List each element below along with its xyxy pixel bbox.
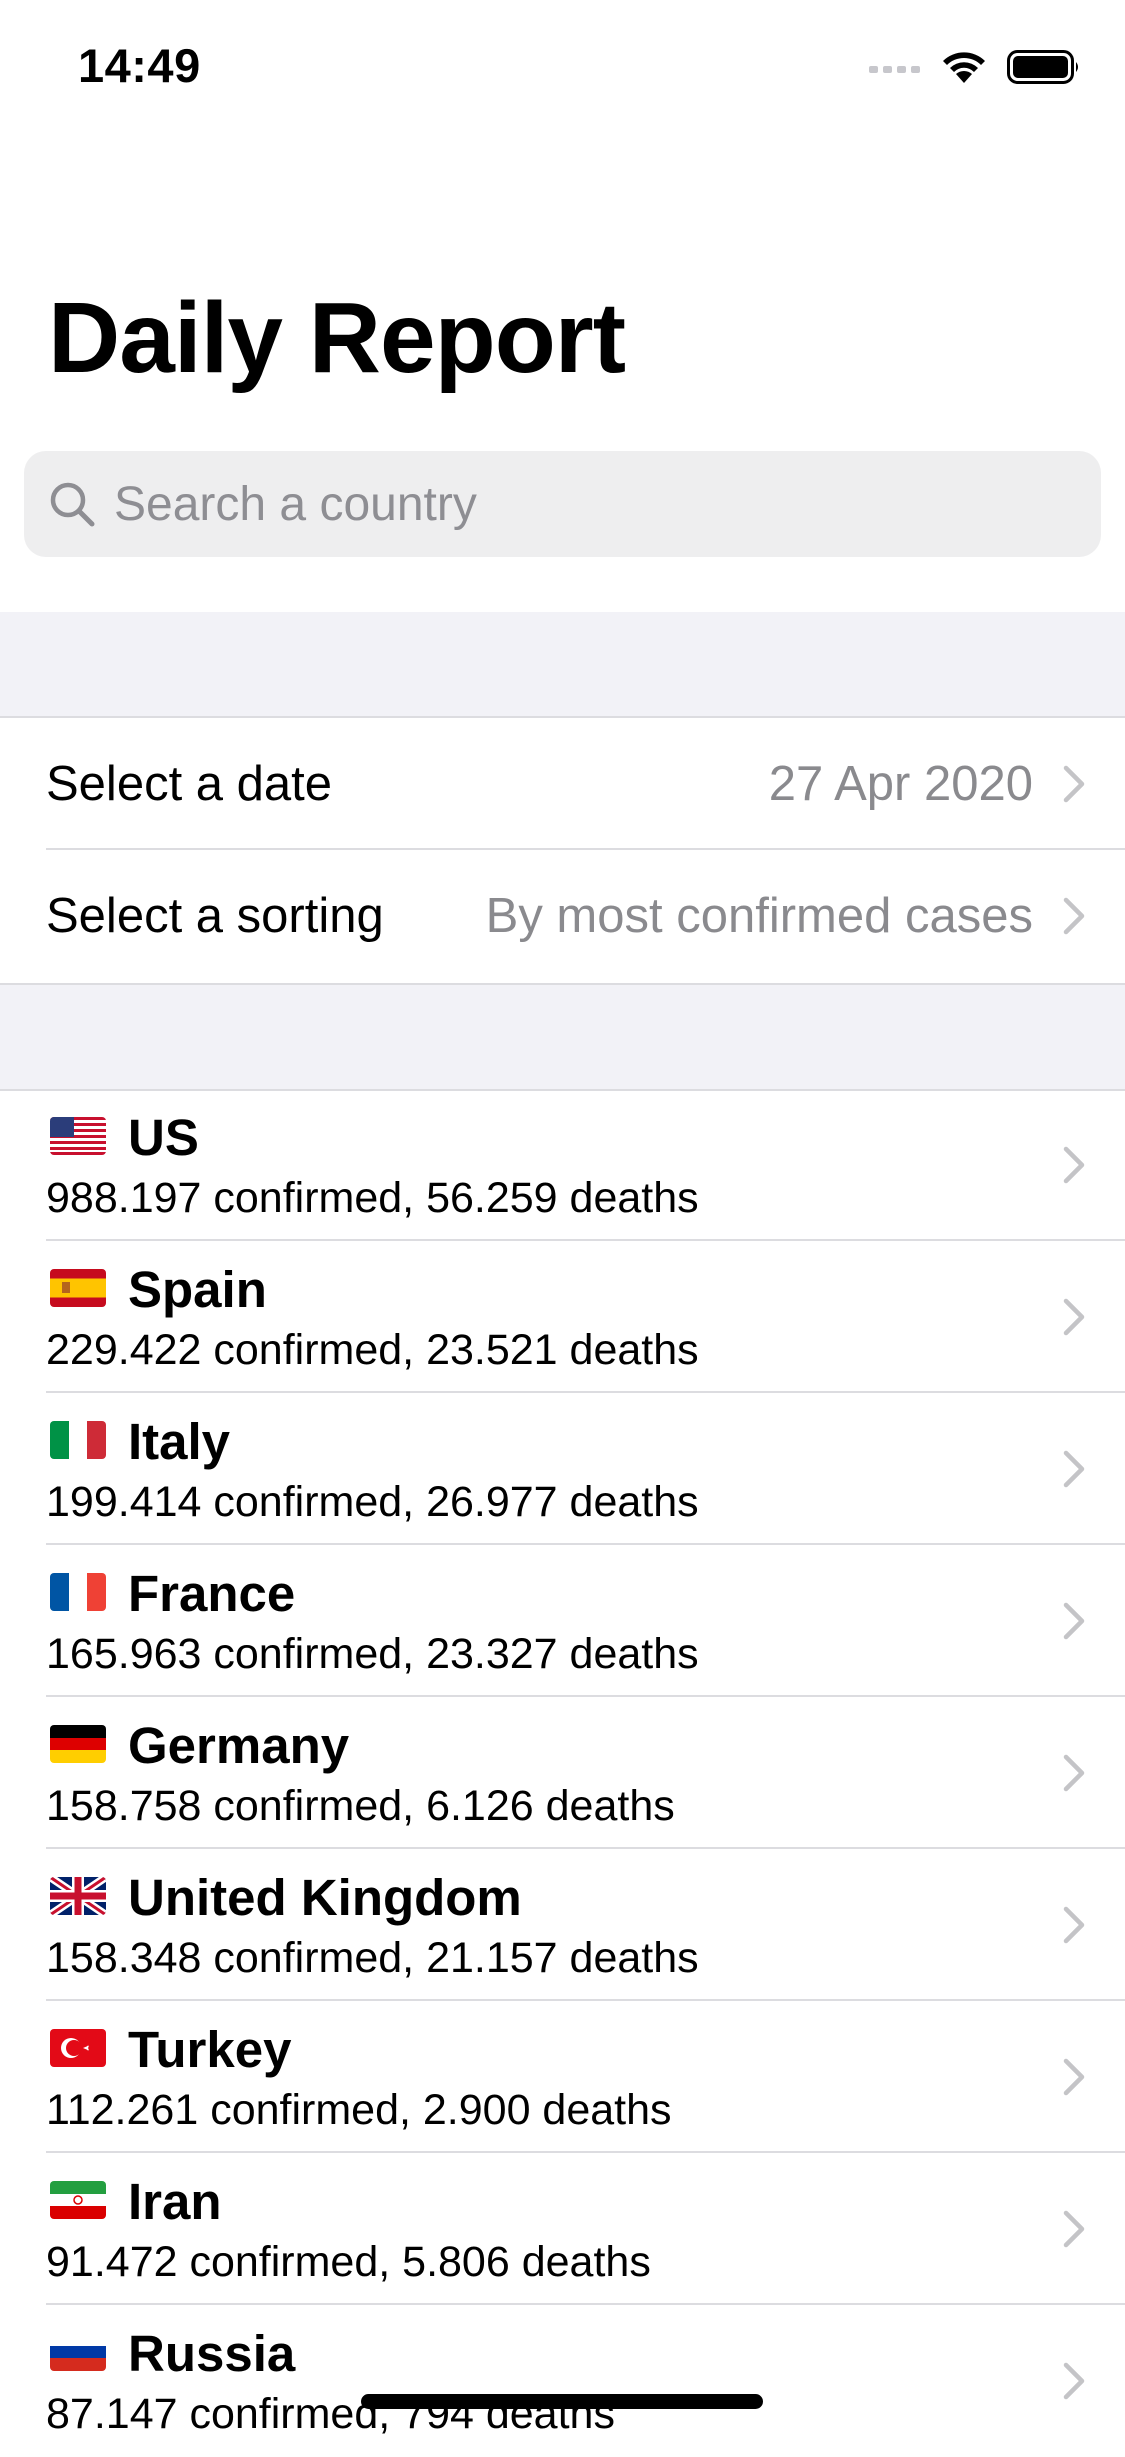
section-spacer: [0, 612, 1125, 718]
search-input[interactable]: [114, 476, 1014, 532]
chevron-right-icon: [1063, 897, 1085, 935]
select-date-row[interactable]: Select a date 27 Apr 2020: [0, 718, 1125, 850]
russia-flag-icon: [50, 2333, 106, 2371]
signal-icon: [869, 60, 921, 79]
country-stats: 165.963 confirmed, 23.327 deaths: [46, 1630, 699, 1678]
country-row-spain[interactable]: Spain 229.422 confirmed, 23.521 deaths: [0, 1241, 1125, 1393]
country-name: US: [128, 1109, 199, 1166]
chevron-right-icon: [1063, 2058, 1085, 2096]
chevron-right-icon: [1063, 1754, 1085, 1792]
country-row-iran[interactable]: Iran 91.472 confirmed, 5.806 deaths: [0, 2153, 1125, 2305]
chevron-right-icon: [1063, 1298, 1085, 1336]
country-name: United Kingdom: [128, 1869, 522, 1926]
status-icons: [869, 50, 1081, 89]
chevron-right-icon: [1063, 2362, 1085, 2400]
turkey-flag-icon: [50, 2029, 106, 2067]
chevron-right-icon: [1063, 1906, 1085, 1944]
country-stats: 229.422 confirmed, 23.521 deaths: [46, 1326, 699, 1374]
section-spacer: [0, 983, 1125, 1091]
chevron-right-icon: [1063, 765, 1085, 803]
country-row-italy[interactable]: Italy 199.414 confirmed, 26.977 deaths: [0, 1393, 1125, 1545]
country-name: Spain: [128, 1261, 267, 1318]
select-sorting-value: By most confirmed cases: [485, 889, 1033, 943]
country-stats: 158.348 confirmed, 21.157 deaths: [46, 1934, 699, 1982]
chevron-right-icon: [1063, 1450, 1085, 1488]
country-name: Russia: [128, 2325, 296, 2382]
country-name: Iran: [128, 2173, 222, 2230]
germany-flag-icon: [50, 1725, 106, 1763]
country-stats: 199.414 confirmed, 26.977 deaths: [46, 1478, 699, 1526]
country-row-germany[interactable]: Germany 158.758 confirmed, 6.126 deaths: [0, 1697, 1125, 1849]
status-time: 14:49: [78, 39, 201, 92]
search-icon: [46, 478, 98, 530]
us-flag-icon: [50, 1117, 106, 1155]
country-name: Italy: [128, 1413, 231, 1470]
country-name: Germany: [128, 1717, 350, 1774]
italy-flag-icon: [50, 1421, 106, 1459]
iran-flag-icon: [50, 2181, 106, 2219]
country-stats: 988.197 confirmed, 56.259 deaths: [46, 1174, 699, 1222]
france-flag-icon: [50, 1573, 106, 1611]
country-row-us[interactable]: US 988.197 confirmed, 56.259 deaths: [0, 1089, 1125, 1241]
chevron-right-icon: [1063, 1602, 1085, 1640]
country-stats: 112.261 confirmed, 2.900 deaths: [46, 2086, 672, 2134]
home-indicator[interactable]: [361, 2394, 763, 2409]
country-name: Turkey: [128, 2021, 292, 2078]
chevron-right-icon: [1063, 1146, 1085, 1184]
page-title: Daily Report: [48, 282, 626, 394]
country-row-russia[interactable]: Russia 87.147 confirmed, 794 deaths: [0, 2305, 1125, 2457]
select-date-label: Select a date: [46, 757, 333, 811]
united-kingdom-flag-icon: [50, 1877, 106, 1915]
country-stats: 158.758 confirmed, 6.126 deaths: [46, 1782, 675, 1830]
chevron-right-icon: [1063, 2210, 1085, 2248]
country-stats: 91.472 confirmed, 5.806 deaths: [46, 2238, 651, 2286]
select-date-value: 27 Apr 2020: [768, 757, 1033, 811]
spain-flag-icon: [50, 1269, 106, 1307]
country-name: France: [128, 1565, 296, 1622]
search-bar[interactable]: [24, 451, 1101, 557]
wifi-icon: [941, 50, 987, 89]
country-list: US 988.197 confirmed, 56.259 deaths Spai…: [0, 1089, 1125, 2457]
select-sorting-row[interactable]: Select a sorting By most confirmed cases: [0, 850, 1125, 982]
select-sorting-label: Select a sorting: [46, 889, 384, 943]
status-bar: 14:49: [0, 0, 1125, 140]
country-row-turkey[interactable]: Turkey 112.261 confirmed, 2.900 deaths: [0, 2001, 1125, 2153]
country-row-united-kingdom[interactable]: United Kingdom 158.348 confirmed, 21.157…: [0, 1849, 1125, 2001]
battery-icon: [1007, 50, 1081, 89]
country-row-france[interactable]: France 165.963 confirmed, 23.327 deaths: [0, 1545, 1125, 1697]
